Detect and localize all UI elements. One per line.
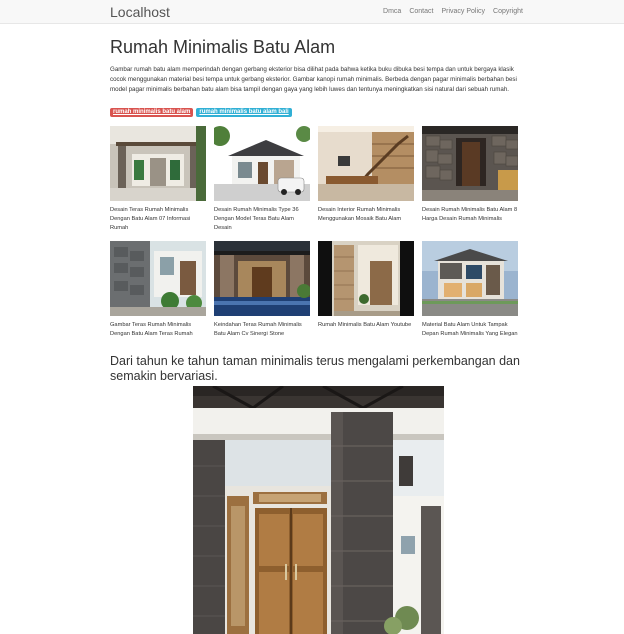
gallery-item[interactable]: Desain Teras Rumah Minimalis Dengan Batu…: [110, 126, 206, 241]
hero-image: [193, 386, 444, 634]
gallery-caption[interactable]: Material Batu Alam Untuk Tampak Depan Ru…: [422, 321, 518, 339]
gallery-caption[interactable]: Keindahan Teras Rumah Minimalis Batu Ala…: [214, 321, 310, 339]
nav-link-contact[interactable]: Contact: [409, 8, 433, 15]
gallery-item[interactable]: Material Batu Alam Untuk Tampak Depan Ru…: [422, 241, 518, 356]
gallery-thumbnail[interactable]: [318, 126, 414, 201]
article-description: Gambar rumah batu alam memperindah denga…: [110, 66, 517, 93]
gallery-caption[interactable]: Desain Rumah Minimalis Type 36 Dengan Mo…: [214, 206, 310, 233]
tag-badge[interactable]: rumah minimalis batu alam: [110, 108, 194, 117]
site-brand-link[interactable]: Localhost: [110, 4, 170, 20]
gallery-thumbnail[interactable]: [318, 241, 414, 316]
gallery-thumbnail[interactable]: [422, 241, 518, 316]
image-gallery: Desain Teras Rumah Minimalis Dengan Batu…: [110, 126, 518, 356]
nav-link-privacy-policy[interactable]: Privacy Policy: [441, 8, 485, 15]
gallery-item[interactable]: Rumah Minimalis Batu Alam Youtube: [318, 241, 414, 356]
gallery-item[interactable]: Desain Rumah Minimalis Type 36 Dengan Mo…: [214, 126, 310, 241]
gallery-caption[interactable]: Desain Rumah Minimalis Batu Alam 8 Harga…: [422, 206, 518, 224]
gallery-item[interactable]: Desain Interior Rumah Minimalis Mengguna…: [318, 126, 414, 241]
gallery-thumbnail[interactable]: [110, 241, 206, 316]
gallery-thumbnail[interactable]: [110, 126, 206, 201]
gallery-thumbnail[interactable]: [422, 126, 518, 201]
gallery-caption[interactable]: Desain Teras Rumah Minimalis Dengan Batu…: [110, 206, 206, 233]
tag-badge[interactable]: rumah minimalis batu alam bali: [196, 108, 292, 117]
gallery-caption[interactable]: Gambar Teras Rumah Minimalis Dengan Batu…: [110, 321, 206, 339]
gallery-item[interactable]: Desain Rumah Minimalis Batu Alam 8 Harga…: [422, 126, 518, 241]
tag-list: rumah minimalis batu alam rumah minimali…: [110, 108, 292, 117]
gallery-caption[interactable]: Rumah Minimalis Batu Alam Youtube: [318, 321, 414, 330]
nav-links: Dmca Contact Privacy Policy Copyright: [383, 8, 523, 15]
nav-link-copyright[interactable]: Copyright: [493, 8, 523, 15]
page-title: Rumah Minimalis Batu Alam: [110, 37, 336, 57]
nav-link-dmca[interactable]: Dmca: [383, 8, 401, 15]
article-subheading: Dari tahun ke tahun taman minimalis teru…: [110, 354, 520, 383]
top-navbar: Localhost Dmca Contact Privacy Policy Co…: [0, 0, 624, 24]
gallery-caption[interactable]: Desain Interior Rumah Minimalis Mengguna…: [318, 206, 414, 224]
gallery-thumbnail[interactable]: [214, 241, 310, 316]
gallery-item[interactable]: Gambar Teras Rumah Minimalis Dengan Batu…: [110, 241, 206, 356]
gallery-item[interactable]: Keindahan Teras Rumah Minimalis Batu Ala…: [214, 241, 310, 356]
gallery-thumbnail[interactable]: [214, 126, 310, 201]
